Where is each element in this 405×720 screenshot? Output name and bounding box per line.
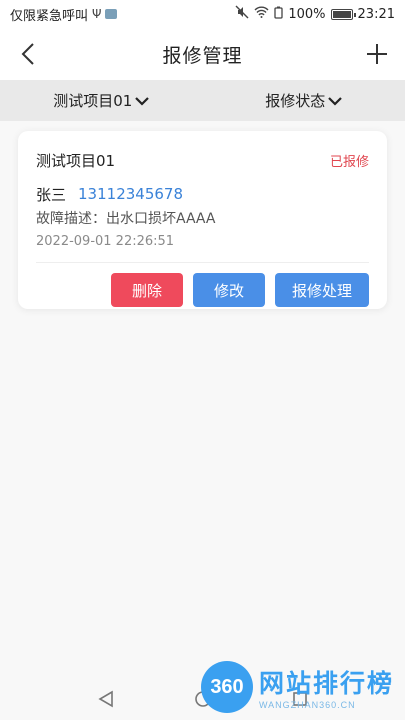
triangle-back-icon [97, 690, 113, 708]
watermark-main: 网站排行榜 [259, 669, 395, 698]
nav-back-button[interactable] [97, 690, 114, 708]
battery-percent: 100% [288, 6, 326, 22]
usb-icon: Ψ [92, 7, 102, 21]
filter-bar: 测试项目01 报修状态 [0, 80, 405, 121]
process-repair-button[interactable]: 报修处理 [275, 273, 369, 307]
battery-icon [330, 8, 356, 20]
wifi-icon [254, 6, 269, 22]
description-label: 故障描述： [36, 211, 106, 227]
status-left: 仅限紧急呼叫 Ψ [10, 5, 118, 24]
description-text: 出水口损坏AAAA [106, 211, 216, 227]
phone-link[interactable]: 13112345678 [78, 185, 183, 203]
person-name: 张三 [36, 185, 67, 204]
description-row: 故障描述： 出水口损坏AAAA [36, 208, 369, 228]
clock: 23:21 [357, 6, 395, 22]
divider [36, 262, 369, 263]
project-filter-label: 测试项目01 [53, 92, 133, 110]
status-badge: 已报修 [329, 154, 369, 170]
card-actions: 删除 修改 报修处理 [36, 273, 369, 307]
repair-card: 测试项目01 已报修 张三 13112345678 故障描述： 出水口损坏AAA… [18, 131, 387, 309]
project-name: 测试项目01 [36, 151, 116, 170]
timestamp: 2022-09-01 22:26:51 [36, 234, 175, 249]
edit-button[interactable]: 修改 [193, 273, 265, 307]
chevron-down-icon [135, 96, 150, 106]
carrier-text: 仅限紧急呼叫 [10, 8, 89, 24]
watermark: 360 网站排行榜 WANGZHAN360.CN [201, 658, 401, 716]
sim-icon [105, 9, 118, 19]
plus-icon [367, 44, 387, 64]
page-title: 报修管理 [162, 44, 243, 67]
status-filter[interactable]: 报修状态 [203, 90, 405, 111]
status-right: 100% 23:21 [235, 5, 395, 23]
app-header: 报修管理 [0, 28, 405, 80]
watermark-text: 网站排行榜 WANGZHAN360.CN [259, 664, 394, 710]
contact-row: 张三 13112345678 [36, 183, 369, 205]
chevron-left-icon [21, 43, 34, 65]
project-filter[interactable]: 测试项目01 [0, 90, 203, 111]
delete-button[interactable]: 删除 [111, 273, 183, 307]
back-button[interactable] [12, 38, 44, 70]
chevron-down-icon [328, 96, 343, 106]
add-button[interactable] [361, 38, 393, 70]
status-bar: 仅限紧急呼叫 Ψ 100% 23:21 [0, 0, 405, 28]
watermark-logo: 360 [201, 661, 253, 713]
card-header: 测试项目01 已报修 [36, 131, 369, 183]
watermark-sub: WANGZHAN360.CN [259, 700, 356, 710]
mute-icon [235, 5, 249, 23]
status-filter-label: 报修状态 [265, 92, 326, 110]
battery-saver-icon [274, 6, 284, 23]
